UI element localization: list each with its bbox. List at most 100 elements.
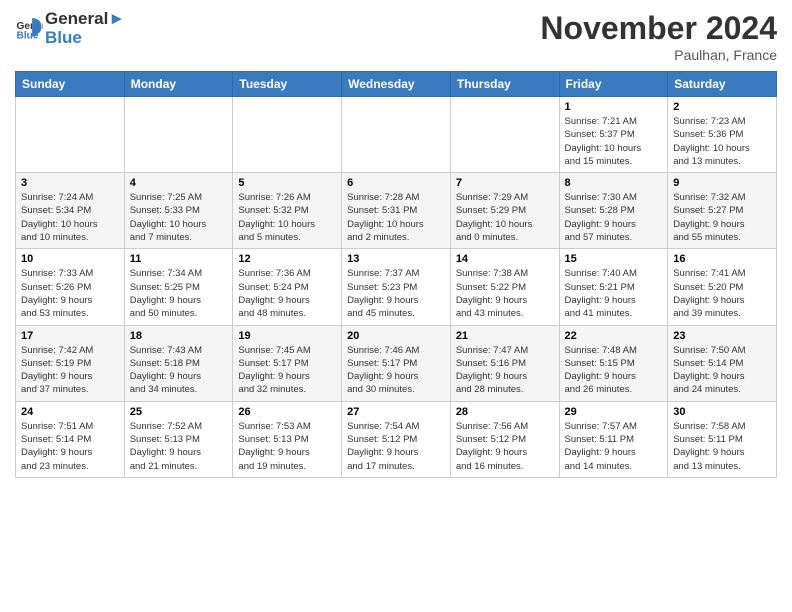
day-number: 16 — [673, 253, 771, 265]
calendar-cell: 19 Sunrise: 7:45 AM Sunset: 5:17 PM Dayli… — [233, 325, 342, 401]
calendar-cell: 23 Sunrise: 7:50 AM Sunset: 5:14 PM Dayli… — [668, 325, 777, 401]
day-info: Sunrise: 7:40 AM Sunset: 5:21 PM Dayligh… — [565, 267, 663, 320]
day-info: Sunrise: 7:57 AM Sunset: 5:11 PM Dayligh… — [565, 420, 663, 473]
day-info: Sunrise: 7:36 AM Sunset: 5:24 PM Dayligh… — [238, 267, 336, 320]
day-number: 20 — [347, 330, 445, 342]
calendar-cell: 20 Sunrise: 7:46 AM Sunset: 5:17 PM Dayli… — [342, 325, 451, 401]
day-info: Sunrise: 7:56 AM Sunset: 5:12 PM Dayligh… — [456, 420, 554, 473]
calendar-cell — [124, 97, 233, 173]
day-number: 3 — [21, 177, 119, 189]
day-number: 9 — [673, 177, 771, 189]
day-number: 26 — [238, 406, 336, 418]
day-number: 7 — [456, 177, 554, 189]
day-number: 22 — [565, 330, 663, 342]
calendar-cell: 24Sunrise: 7:51 AM Sunset: 5:14 PM Dayli… — [16, 401, 125, 477]
day-number: 5 — [238, 177, 336, 189]
weekday-header-row: SundayMondayTuesdayWednesdayThursdayFrid… — [16, 72, 777, 97]
calendar-cell: 13 Sunrise: 7:37 AM Sunset: 5:23 PM Dayli… — [342, 249, 451, 325]
day-info: Sunrise: 7:25 AM Sunset: 5:33 PM Dayligh… — [130, 191, 228, 244]
day-info: Sunrise: 7:46 AM Sunset: 5:17 PM Dayligh… — [347, 344, 445, 397]
calendar-week-row: 3 Sunrise: 7:24 AM Sunset: 5:34 PM Daylig… — [16, 173, 777, 249]
calendar-cell: 17 Sunrise: 7:42 AM Sunset: 5:19 PM Dayli… — [16, 325, 125, 401]
calendar-cell: 4 Sunrise: 7:25 AM Sunset: 5:33 PM Daylig… — [124, 173, 233, 249]
weekday-header: Monday — [124, 72, 233, 97]
month-title: November 2024 — [540, 10, 777, 47]
day-info: Sunrise: 7:23 AM Sunset: 5:36 PM Dayligh… — [673, 115, 771, 168]
day-info: Sunrise: 7:41 AM Sunset: 5:20 PM Dayligh… — [673, 267, 771, 320]
page-header: General Blue General► Blue November 2024… — [15, 10, 777, 63]
calendar-cell: 11 Sunrise: 7:34 AM Sunset: 5:25 PM Dayli… — [124, 249, 233, 325]
calendar-cell: 6Sunrise: 7:28 AM Sunset: 5:31 PM Daylig… — [342, 173, 451, 249]
calendar-cell: 21Sunrise: 7:47 AM Sunset: 5:16 PM Dayli… — [450, 325, 559, 401]
calendar-cell: 26 Sunrise: 7:53 AM Sunset: 5:13 PM Dayli… — [233, 401, 342, 477]
weekday-header: Sunday — [16, 72, 125, 97]
weekday-header: Saturday — [668, 72, 777, 97]
day-number: 17 — [21, 330, 119, 342]
calendar-cell: 29 Sunrise: 7:57 AM Sunset: 5:11 PM Dayli… — [559, 401, 668, 477]
day-number: 15 — [565, 253, 663, 265]
day-info: Sunrise: 7:33 AM Sunset: 5:26 PM Dayligh… — [21, 267, 119, 320]
day-info: Sunrise: 7:38 AM Sunset: 5:22 PM Dayligh… — [456, 267, 554, 320]
logo-icon: General Blue — [15, 15, 43, 43]
day-info: Sunrise: 7:51 AM Sunset: 5:14 PM Dayligh… — [21, 420, 119, 473]
day-number: 12 — [238, 253, 336, 265]
calendar-cell: 1 Sunrise: 7:21 AM Sunset: 5:37 PM Daylig… — [559, 97, 668, 173]
calendar-cell: 27Sunrise: 7:54 AM Sunset: 5:12 PM Dayli… — [342, 401, 451, 477]
calendar-cell — [233, 97, 342, 173]
calendar-cell: 22 Sunrise: 7:48 AM Sunset: 5:15 PM Dayli… — [559, 325, 668, 401]
svg-text:Blue: Blue — [17, 30, 39, 41]
day-info: Sunrise: 7:42 AM Sunset: 5:19 PM Dayligh… — [21, 344, 119, 397]
weekday-header: Tuesday — [233, 72, 342, 97]
calendar-cell — [16, 97, 125, 173]
calendar-cell: 14 Sunrise: 7:38 AM Sunset: 5:22 PM Dayli… — [450, 249, 559, 325]
calendar-cell: 18Sunrise: 7:43 AM Sunset: 5:18 PM Dayli… — [124, 325, 233, 401]
day-info: Sunrise: 7:45 AM Sunset: 5:17 PM Dayligh… — [238, 344, 336, 397]
calendar-week-row: 17 Sunrise: 7:42 AM Sunset: 5:19 PM Dayli… — [16, 325, 777, 401]
day-info: Sunrise: 7:28 AM Sunset: 5:31 PM Dayligh… — [347, 191, 445, 244]
day-number: 21 — [456, 330, 554, 342]
calendar-cell: 5Sunrise: 7:26 AM Sunset: 5:32 PM Daylig… — [233, 173, 342, 249]
day-number: 18 — [130, 330, 228, 342]
calendar-cell: 16 Sunrise: 7:41 AM Sunset: 5:20 PM Dayli… — [668, 249, 777, 325]
day-number: 10 — [21, 253, 119, 265]
location: Paulhan, France — [540, 47, 777, 63]
calendar-cell: 25 Sunrise: 7:52 AM Sunset: 5:13 PM Dayli… — [124, 401, 233, 477]
weekday-header: Thursday — [450, 72, 559, 97]
day-number: 25 — [130, 406, 228, 418]
day-number: 19 — [238, 330, 336, 342]
day-info: Sunrise: 7:48 AM Sunset: 5:15 PM Dayligh… — [565, 344, 663, 397]
weekday-header: Friday — [559, 72, 668, 97]
calendar-cell: 2 Sunrise: 7:23 AM Sunset: 5:36 PM Daylig… — [668, 97, 777, 173]
calendar-cell: 9 Sunrise: 7:32 AM Sunset: 5:27 PM Daylig… — [668, 173, 777, 249]
day-number: 2 — [673, 101, 771, 113]
day-info: Sunrise: 7:53 AM Sunset: 5:13 PM Dayligh… — [238, 420, 336, 473]
day-info: Sunrise: 7:24 AM Sunset: 5:34 PM Dayligh… — [21, 191, 119, 244]
day-number: 4 — [130, 177, 228, 189]
calendar-cell: 10 Sunrise: 7:33 AM Sunset: 5:26 PM Dayli… — [16, 249, 125, 325]
calendar-cell: 15 Sunrise: 7:40 AM Sunset: 5:21 PM Dayli… — [559, 249, 668, 325]
day-number: 23 — [673, 330, 771, 342]
day-info: Sunrise: 7:34 AM Sunset: 5:25 PM Dayligh… — [130, 267, 228, 320]
title-block: November 2024 Paulhan, France — [540, 10, 777, 63]
day-info: Sunrise: 7:58 AM Sunset: 5:11 PM Dayligh… — [673, 420, 771, 473]
day-info: Sunrise: 7:30 AM Sunset: 5:28 PM Dayligh… — [565, 191, 663, 244]
calendar-week-row: 1 Sunrise: 7:21 AM Sunset: 5:37 PM Daylig… — [16, 97, 777, 173]
day-number: 1 — [565, 101, 663, 113]
day-number: 13 — [347, 253, 445, 265]
day-info: Sunrise: 7:37 AM Sunset: 5:23 PM Dayligh… — [347, 267, 445, 320]
calendar-cell: 3 Sunrise: 7:24 AM Sunset: 5:34 PM Daylig… — [16, 173, 125, 249]
day-number: 14 — [456, 253, 554, 265]
logo: General Blue General► Blue — [15, 10, 125, 47]
calendar-week-row: 10 Sunrise: 7:33 AM Sunset: 5:26 PM Dayli… — [16, 249, 777, 325]
day-info: Sunrise: 7:52 AM Sunset: 5:13 PM Dayligh… — [130, 420, 228, 473]
day-number: 11 — [130, 253, 228, 265]
day-number: 29 — [565, 406, 663, 418]
calendar-cell: 12 Sunrise: 7:36 AM Sunset: 5:24 PM Dayli… — [233, 249, 342, 325]
calendar-cell — [342, 97, 451, 173]
calendar-cell: 30Sunrise: 7:58 AM Sunset: 5:11 PM Dayli… — [668, 401, 777, 477]
day-info: Sunrise: 7:21 AM Sunset: 5:37 PM Dayligh… — [565, 115, 663, 168]
day-info: Sunrise: 7:32 AM Sunset: 5:27 PM Dayligh… — [673, 191, 771, 244]
calendar-cell: 8Sunrise: 7:30 AM Sunset: 5:28 PM Daylig… — [559, 173, 668, 249]
day-info: Sunrise: 7:50 AM Sunset: 5:14 PM Dayligh… — [673, 344, 771, 397]
calendar-cell: 28Sunrise: 7:56 AM Sunset: 5:12 PM Dayli… — [450, 401, 559, 477]
